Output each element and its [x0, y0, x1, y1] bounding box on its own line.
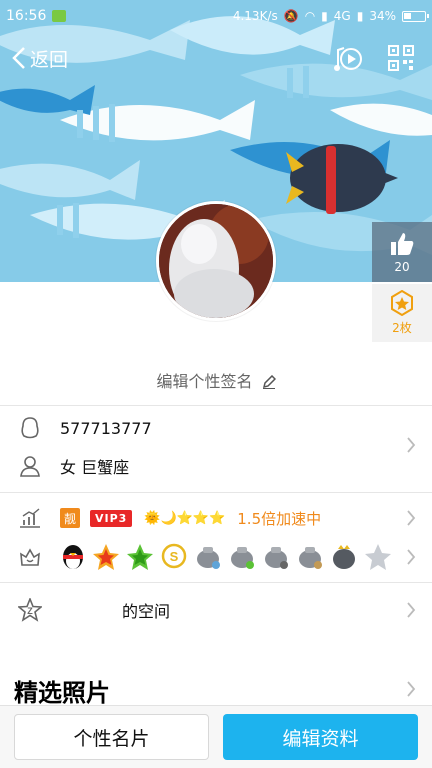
liang-tag: 靓 — [60, 508, 80, 528]
profile-card-button[interactable]: 个性名片 — [14, 714, 209, 760]
notification-icon — [52, 10, 67, 22]
pencil-icon — [262, 374, 276, 389]
avatar[interactable] — [156, 201, 276, 321]
badges-row[interactable]: S — [0, 540, 432, 574]
back-label: 返回 — [30, 48, 69, 71]
space-row[interactable]: Z 的空间 — [0, 594, 432, 626]
level-row[interactable]: 靓 VIP3 🌞🌙⭐⭐⭐ 1.5倍加速中 — [0, 502, 432, 534]
network-type: 4G — [333, 9, 351, 23]
star-badge-icon — [391, 290, 413, 316]
chevron-left-icon — [12, 47, 25, 69]
profile-info-row[interactable]: 577713777 女 巨蟹座 — [0, 408, 432, 488]
vip-tag: VIP3 — [90, 509, 133, 527]
penguin-outline-icon — [21, 417, 39, 439]
battery-level: 34% — [369, 9, 396, 23]
star-outline-icon: Z — [18, 598, 42, 622]
like-count: 20 — [394, 259, 410, 274]
battery-icon — [402, 10, 429, 22]
qq-penguin-badge-icon — [63, 545, 83, 569]
chevron-right-icon — [407, 602, 416, 618]
divider — [0, 405, 432, 406]
game-badge-1-icon — [197, 547, 220, 569]
music-note-icon[interactable] — [334, 44, 364, 72]
badge-button[interactable]: 2枚 — [372, 284, 432, 342]
signature-edit[interactable]: 编辑个性签名 — [0, 368, 432, 392]
network-speed: 4.13K/s — [232, 9, 278, 23]
svg-text:Z: Z — [27, 606, 33, 616]
green-star-badge-icon — [127, 544, 153, 570]
signal-icon-2: ▮ — [356, 9, 364, 23]
edit-profile-button[interactable]: 编辑资料 — [223, 714, 418, 760]
signal-icon: ▮ — [321, 9, 328, 23]
game-badge-4-icon — [299, 547, 322, 569]
gender-zodiac: 女 巨蟹座 — [60, 458, 130, 477]
photos-title: 精选照片 — [14, 679, 110, 707]
section-gap — [0, 636, 432, 648]
svip-star-badge-icon — [93, 544, 119, 570]
badge-list: S — [60, 543, 392, 571]
game-badge-5-icon — [333, 545, 355, 569]
like-button[interactable]: 20 — [372, 222, 432, 282]
signature-text: 编辑个性签名 — [156, 372, 253, 391]
speed-text: 1.5倍加速中 — [237, 509, 322, 528]
svip-coin-badge-icon: S — [161, 543, 187, 569]
avatar-image — [159, 204, 273, 318]
divider — [0, 582, 432, 583]
chevron-right-icon — [407, 437, 416, 453]
grey-star-badge-icon — [365, 544, 391, 570]
qr-code-icon[interactable] — [388, 45, 414, 71]
space-label: 的空间 — [122, 602, 171, 621]
status-bar: 16:56 4.13K/s 🔕 ◠ ▮ 4G ▮ 34% — [0, 0, 432, 32]
game-badge-3-icon — [265, 547, 288, 569]
game-badge-2-icon — [231, 547, 254, 569]
wifi-icon: ◠ — [304, 9, 316, 23]
mute-icon: 🔕 — [283, 9, 299, 23]
thumbs-up-icon — [391, 232, 414, 255]
nav-bar: 返回 — [0, 38, 432, 78]
status-time: 16:56 — [6, 8, 47, 24]
qq-number: 577713777 — [60, 418, 152, 438]
level-stars: 🌞🌙⭐⭐⭐ — [144, 510, 226, 526]
person-icon — [20, 456, 40, 477]
svg-text:S: S — [170, 549, 179, 564]
chevron-right-icon — [407, 510, 416, 526]
crown-icon — [20, 548, 40, 566]
back-button[interactable]: 返回 — [0, 45, 68, 72]
chevron-right-icon[interactable] — [406, 680, 416, 698]
badge-count: 2枚 — [392, 321, 412, 335]
divider — [0, 492, 432, 493]
bottom-action-bar: 个性名片 编辑资料 — [0, 705, 432, 768]
level-chart-icon — [20, 508, 40, 528]
chevron-right-icon — [407, 549, 416, 565]
